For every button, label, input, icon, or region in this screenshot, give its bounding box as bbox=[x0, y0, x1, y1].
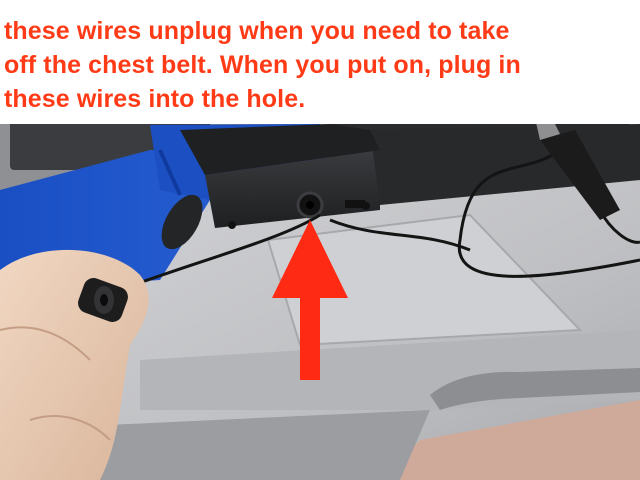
caption-line-3: these wires into the hole. bbox=[4, 85, 306, 113]
instruction-caption: these wires unplug when you need to take… bbox=[0, 0, 640, 124]
caption-line-1: these wires unplug when you need to take bbox=[4, 17, 510, 45]
caption-line-2: off the chest belt. When you put on, plu… bbox=[4, 51, 521, 79]
